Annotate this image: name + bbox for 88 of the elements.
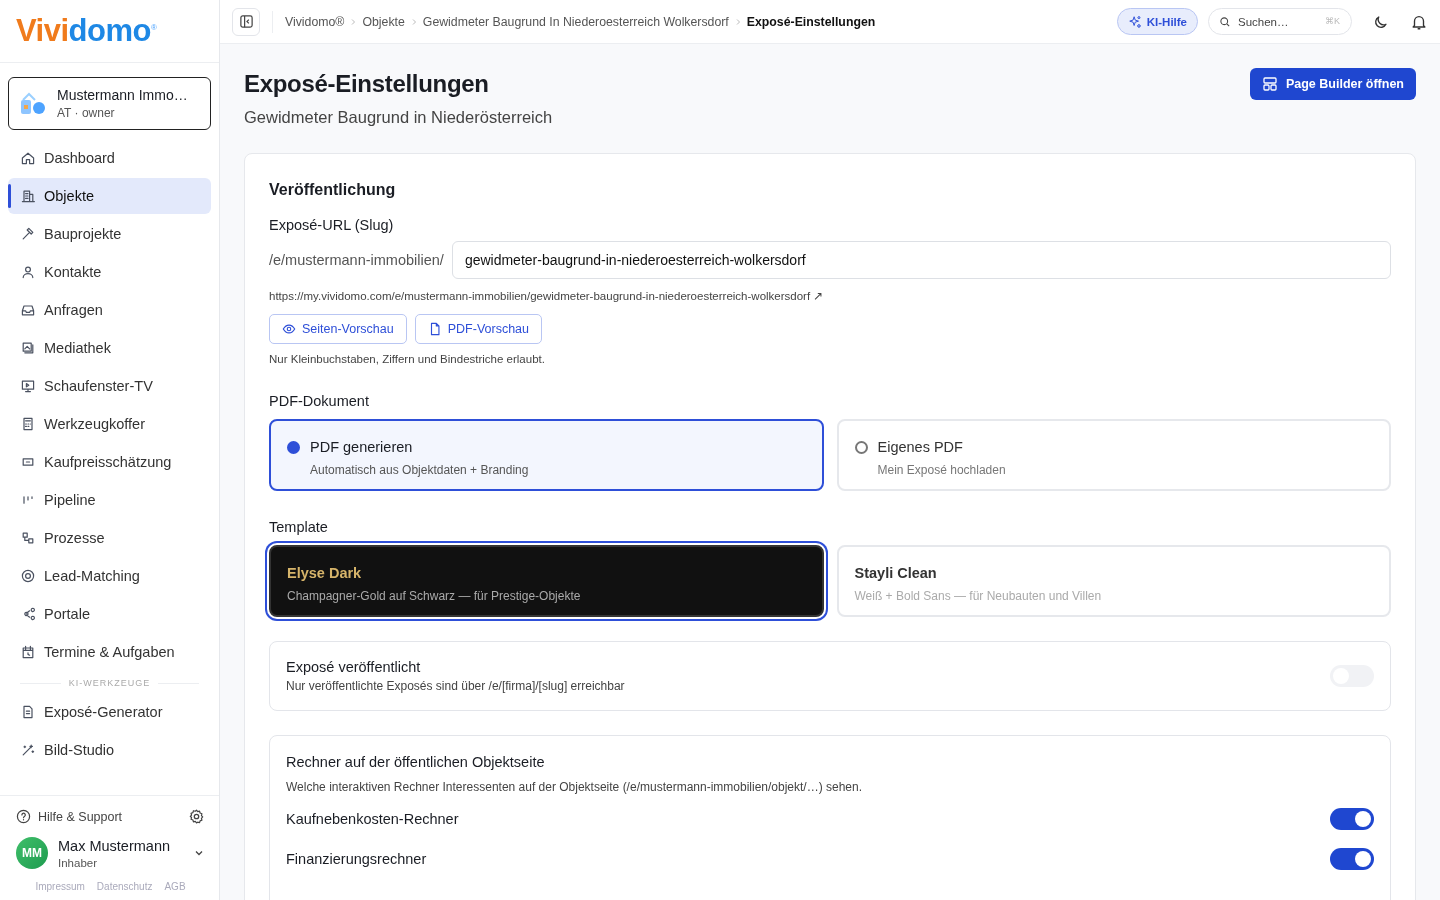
page-subtitle: Gewidmeter Baugrund in Niederösterreich	[244, 108, 553, 127]
option-description: Mein Exposé hochladen	[877, 463, 1007, 477]
breadcrumb-link[interactable]: Vividomo®	[285, 14, 345, 29]
page-title: Exposé-Einstellungen	[244, 70, 490, 98]
sidebar-item[interactable]: Kontakte	[8, 254, 211, 290]
eye-icon	[282, 322, 296, 336]
setting-description: Welche interaktiven Rechner Interessenten auf der Objektseite (/e/mustermann-immobilien/objekt/…) sehen.	[286, 780, 864, 794]
search-icon	[1219, 15, 1231, 28]
organization-switcher[interactable]: Mustermann Immo… AT · owner	[8, 77, 211, 130]
sidebar-toggle-button[interactable]	[232, 7, 260, 36]
section-label: Template	[269, 519, 329, 535]
sidebar-item[interactable]: Objekte	[8, 178, 211, 214]
breadcrumb-link[interactable]: Exposé-Einstellungen	[746, 14, 876, 29]
section-heading: KI-WERKZEUGE	[68, 678, 151, 688]
setting-title: Rechner auf der öffentlichen Objektseite	[286, 754, 546, 770]
slug-input[interactable]: gewidmeter-baugrund-in-niederoesterreich-wolkersdorf	[451, 241, 1391, 279]
template-description: Weiß + Bold Sans — für Neubauten und Villen	[854, 589, 1103, 603]
ai-help-button[interactable]: KI-Hilfe	[1116, 8, 1198, 35]
sidebar-item[interactable]: Bild-Studio	[8, 732, 211, 768]
user-name: Max Mustermann	[58, 837, 171, 854]
sidebar-item[interactable]: Exposé-Generator	[8, 694, 211, 730]
page-builder-button[interactable]: Page Builder öffnen	[1249, 68, 1416, 100]
pdf-option-card[interactable]: Eigenes PDF Mein Exposé hochladen	[836, 419, 1391, 491]
workflow-icon	[20, 530, 36, 546]
public-url-link[interactable]: https://my.vividomo.com/e/mustermann-immobilien/gewidmeter-baugrund-in-niederoesterreich-wolkersdorf ↗	[269, 289, 1391, 303]
home-icon	[20, 150, 36, 166]
calculator-label: Finanzierungsrechner	[286, 851, 427, 867]
sidebar-item[interactable]: Pipeline	[8, 482, 211, 518]
sidebar-item[interactable]: Termine & Aufgaben	[8, 634, 211, 670]
radio-button[interactable]	[854, 441, 868, 454]
document-icon	[20, 704, 36, 720]
building-icon	[20, 188, 36, 204]
user-menu[interactable]: MM Max Mustermann Inhaber	[16, 837, 205, 869]
shortcut-hint: ⌘K	[1325, 16, 1340, 26]
layout-icon	[1261, 76, 1278, 92]
help-link[interactable]: Hilfe & Support	[16, 809, 123, 824]
template-card[interactable]: Stayli Clean Weiß + Bold Sans — für Neubauten und Villen	[836, 545, 1391, 617]
organization-name: Mustermann Immo…	[57, 87, 188, 103]
sidebar-item[interactable]: Lead-Matching	[8, 558, 211, 594]
question-icon	[16, 809, 31, 824]
sparkles-icon	[1127, 14, 1142, 29]
sidebar-item[interactable]: Dashboard	[8, 140, 211, 176]
user-icon	[20, 264, 36, 280]
toggle-switch[interactable]	[1330, 848, 1374, 870]
monitor-icon	[20, 378, 36, 394]
field-label: Exposé-URL (Slug)	[269, 217, 395, 233]
option-description: Automatisch aus Objektdaten + Branding	[310, 463, 530, 477]
sidebar-item[interactable]: Werkzeugkoffer	[8, 406, 211, 442]
sidebar-item[interactable]: Portale	[8, 596, 211, 632]
option-title: PDF generieren	[310, 439, 414, 455]
section-heading: Veröffentlichung	[269, 181, 397, 199]
organization-role: AT · owner	[57, 106, 116, 120]
sidebar-item[interactable]: Kaufpreisschätzung	[8, 444, 211, 480]
settings-icon[interactable]	[188, 808, 205, 825]
user-avatar: MM	[16, 837, 48, 869]
sidebar-panel-icon	[238, 14, 254, 29]
magic-wand-icon	[20, 742, 36, 758]
sidebar-item[interactable]: Mediathek	[8, 330, 211, 366]
template-title: Elyse Dark	[287, 565, 363, 581]
calculator-label: Kaufnebenkosten-Rechner	[286, 811, 459, 827]
template-description: Champagner-Gold auf Schwarz — für Prestige-Objekte	[287, 589, 582, 603]
setting-description: Nur veröffentlichte Exposés sind über /e/[firma]/[slug] erreichbar	[286, 679, 626, 693]
sidebar-item[interactable]: Prozesse	[8, 520, 211, 556]
section-label: PDF-Dokument	[269, 393, 370, 409]
target-icon	[20, 568, 36, 584]
pdf-option-card[interactable]: PDF generieren Automatisch aus Objektdaten + Branding	[269, 419, 824, 491]
calculator-icon	[20, 416, 36, 432]
url-prefix: /e/mustermann-immobilien/	[269, 252, 444, 268]
helper-text: Nur Kleinbuchstaben, Ziffern und Bindestriche erlaubt.	[269, 353, 546, 365]
option-title: Eigenes PDF	[877, 439, 964, 455]
chevron-right-icon	[349, 17, 358, 26]
user-role: Inhaber	[58, 856, 98, 869]
toggle-switch[interactable]	[1330, 808, 1374, 830]
vividomo-logo: Vividomo$^{®}$	[16, 13, 157, 49]
sidebar-item[interactable]: Bauprojekte	[8, 216, 211, 252]
pdf-preview-button[interactable]: PDF-Vorschau	[414, 314, 542, 344]
radio-button[interactable]	[287, 441, 300, 454]
setting-title: Exposé veröffentlicht	[286, 659, 422, 675]
sidebar-item[interactable]: Anfragen	[8, 292, 211, 328]
template-title: Stayli Clean	[854, 565, 938, 581]
inbox-icon	[20, 302, 36, 318]
breadcrumb-link[interactable]: Objekte	[362, 14, 405, 29]
gallery-icon	[20, 340, 36, 356]
calendar-icon	[20, 644, 36, 660]
hammer-icon	[20, 226, 36, 242]
page-preview-button[interactable]: Seiten-Vorschau	[269, 314, 407, 344]
breadcrumb-link[interactable]: Gewidmeter Baugrund In Niederoesterreich Wolkersdorf	[422, 14, 729, 29]
sidebar-item[interactable]: Schaufenster-TV	[8, 368, 211, 404]
